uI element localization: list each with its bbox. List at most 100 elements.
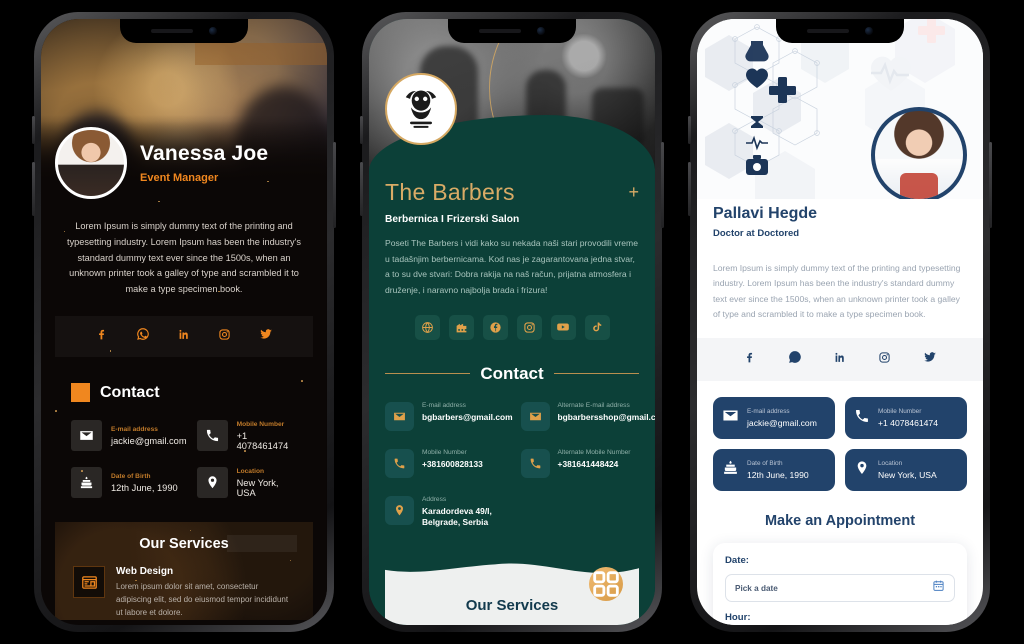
- avatar: [871, 107, 967, 199]
- brand-subtitle: Berbernica I Frizerski Salon: [385, 214, 520, 225]
- contact-grid: E-mail address jackie@gmail.com Mobile N…: [55, 402, 313, 499]
- whatsapp-icon[interactable]: [136, 327, 150, 346]
- whatsapp-icon[interactable]: [788, 350, 802, 369]
- business-icon[interactable]: [448, 314, 474, 340]
- contact-value: +381641448424: [557, 458, 619, 469]
- cake-icon: [722, 459, 739, 481]
- phone1-screen: Vanessa Joe Event Manager Lorem Ipsum is…: [41, 19, 327, 625]
- contact-heading-row: Contact: [385, 364, 639, 384]
- instagram-icon[interactable]: [516, 314, 542, 340]
- phone-mockup-doctor: Pallavi Hegde Doctor at Doctored Lorem I…: [688, 12, 992, 632]
- social-links-bar: [55, 316, 313, 358]
- contact-heading: Contact: [480, 363, 544, 383]
- contact-item[interactable]: Location New York, USA: [845, 449, 967, 492]
- appointment-heading: Make an Appointment: [764, 513, 916, 530]
- contact-value: bgbarbersshop@gmail.com: [557, 411, 655, 422]
- contact-item[interactable]: E-mail address jackie@gmail.com: [71, 420, 187, 452]
- youtube-icon[interactable]: [550, 314, 576, 340]
- appointment-form: Date: Pick a date Hour: 8:10 - 20:00 8:1…: [713, 543, 967, 625]
- phone-notch: [448, 19, 576, 43]
- social-links-bar: [697, 338, 983, 382]
- linkedin-icon[interactable]: [833, 351, 846, 369]
- contact-item[interactable]: Alternate E-mail address bgbarbersshop@g…: [520, 401, 655, 431]
- contact-value: Karadordeva 49/I, Belgrade, Serbia: [422, 505, 492, 528]
- globe-icon[interactable]: [414, 314, 440, 340]
- contact-item[interactable]: Location New York, USA: [196, 467, 297, 499]
- contact-value: +381600828133: [422, 458, 483, 469]
- speaker-grille: [807, 29, 849, 33]
- profile-name: Vanessa Joe: [140, 142, 269, 165]
- speaker-grille: [151, 29, 193, 33]
- phone-silent-switch[interactable]: [32, 116, 35, 144]
- instagram-icon[interactable]: [218, 328, 231, 346]
- brand-title: The Barbers: [385, 179, 515, 205]
- instagram-icon[interactable]: [878, 351, 891, 369]
- grid-icon[interactable]: [589, 567, 623, 602]
- contact-item[interactable]: E-mail address bgbarbers@gmail.com: [385, 401, 513, 431]
- divider-line: [385, 373, 471, 375]
- service-title: Web Design: [116, 566, 174, 578]
- appointment-section: Make an Appointment Date: Pick a date Ho…: [697, 491, 983, 625]
- email-icon: [722, 407, 739, 429]
- contact-heading: Contact: [100, 383, 160, 401]
- service-desc: Lorem ipsum dolor sit amet, consectetur …: [116, 582, 289, 617]
- contact-label: E-mail address: [111, 425, 158, 433]
- email-icon: [71, 420, 102, 452]
- front-camera-icon: [209, 27, 217, 35]
- calendar-icon[interactable]: [932, 579, 945, 597]
- plus-icon[interactable]: +: [628, 182, 639, 203]
- phone-icon: [385, 448, 414, 478]
- brand-logo: [385, 73, 457, 145]
- contact-value: +1 4078461474: [236, 430, 289, 451]
- contact-label: Date of Birth: [111, 472, 151, 480]
- contact-item[interactable]: Mobile Number +381600828133: [385, 448, 513, 478]
- speaker-grille: [479, 29, 521, 33]
- phone-mockup-barbers: The Barbers + Berbernica I Frizerski Sal…: [360, 12, 664, 632]
- about-text: Lorem Ipsum is simply dummy text of the …: [67, 221, 301, 295]
- hero-medical-pattern: [697, 19, 983, 199]
- twitter-icon[interactable]: [259, 327, 273, 346]
- contact-heading-row: Contact: [55, 357, 313, 403]
- phone-silent-switch[interactable]: [360, 116, 363, 144]
- date-input[interactable]: Pick a date: [725, 574, 955, 603]
- email-icon: [385, 401, 414, 431]
- phone-notch: [120, 19, 248, 43]
- front-camera-icon: [865, 27, 873, 35]
- contact-item[interactable]: Mobile Number +1 4078461474: [845, 397, 967, 440]
- facebook-icon[interactable]: [743, 351, 756, 369]
- accent-square-decor: [71, 383, 90, 403]
- email-icon: [520, 401, 550, 431]
- location-icon: [196, 467, 228, 499]
- contact-label: Mobile Number: [236, 420, 285, 428]
- location-icon: [385, 495, 414, 525]
- date-label: Date:: [725, 555, 749, 567]
- phone-icon: [196, 420, 228, 452]
- tiktok-icon[interactable]: [584, 314, 610, 340]
- web-design-icon: [73, 566, 105, 599]
- avatar: [55, 127, 127, 199]
- contact-value: New York, USA: [236, 477, 279, 498]
- service-card[interactable]: Web Design Lorem ipsum dolor sit amet, c…: [71, 552, 297, 619]
- about-text: Lorem Ipsum is simply dummy text of the …: [713, 263, 961, 319]
- phone2-screen: The Barbers + Berbernica I Frizerski Sal…: [369, 19, 655, 625]
- contact-label: Address: [422, 495, 447, 503]
- contact-item[interactable]: Mobile Number +1 4078461474: [196, 420, 297, 452]
- phone-mockup-event-manager: Vanessa Joe Event Manager Lorem Ipsum is…: [32, 12, 336, 632]
- twitter-icon[interactable]: [923, 350, 937, 369]
- facebook-icon[interactable]: [482, 314, 508, 340]
- contact-item[interactable]: E-mail address jackie@gmail.com: [713, 397, 835, 440]
- phone3-screen: Pallavi Hegde Doctor at Doctored Lorem I…: [697, 19, 983, 625]
- contact-value: 12th June, 1990: [111, 482, 178, 493]
- contact-item[interactable]: Date of Birth 12th June, 1990: [71, 467, 187, 499]
- contact-label: Location: [236, 467, 265, 475]
- linkedin-icon[interactable]: [177, 328, 190, 346]
- contact-item[interactable]: Alternate Mobile Number +381641448424: [520, 448, 655, 478]
- divider-line: [553, 373, 639, 375]
- front-camera-icon: [537, 27, 545, 35]
- location-icon: [854, 460, 870, 481]
- contact-item[interactable]: Address Karadordeva 49/I, Belgrade, Serb…: [385, 495, 513, 530]
- contact-item[interactable]: Date of Birth 12th June, 1990: [713, 449, 835, 492]
- contact-label: Alternate Mobile Number: [557, 448, 631, 456]
- phone-silent-switch[interactable]: [688, 116, 691, 144]
- facebook-icon[interactable]: [95, 328, 108, 346]
